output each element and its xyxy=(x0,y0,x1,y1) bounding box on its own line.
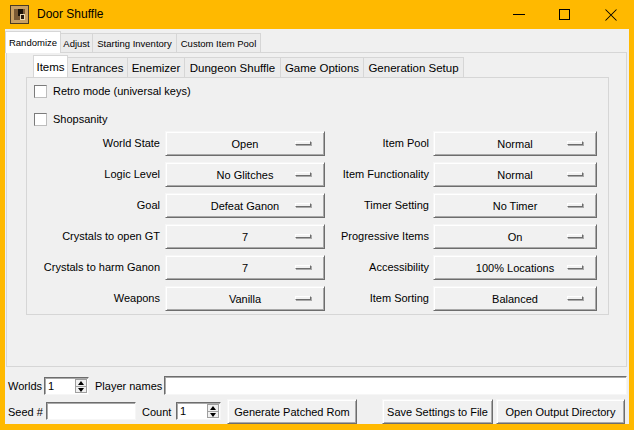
tab-enemizer[interactable]: Enemizer xyxy=(128,57,185,77)
tab-starting-inventory[interactable]: Starting Inventory xyxy=(93,33,177,52)
close-icon xyxy=(604,8,618,22)
arrow-down-icon xyxy=(210,413,216,417)
worlds-spinbox[interactable]: 1 xyxy=(44,377,89,395)
maximize-icon xyxy=(559,9,570,20)
tab-entrances[interactable]: Entrances xyxy=(68,57,128,77)
arrow-up-icon xyxy=(78,381,84,385)
tab-generation-setup[interactable]: Generation Setup xyxy=(364,57,464,77)
item-sorting-label: Item Sorting xyxy=(300,286,429,311)
maximize-button[interactable] xyxy=(542,0,588,29)
dropdown-indicator-icon xyxy=(567,203,583,207)
logic-level-label: Logic Level xyxy=(20,162,160,187)
accessibility-dropdown[interactable]: 100% Locations xyxy=(433,255,597,280)
app-icon xyxy=(10,5,29,24)
item-pool-dropdown[interactable]: Normal xyxy=(433,131,597,156)
dropdown-indicator-icon xyxy=(567,296,583,300)
timer-setting-label: Timer Setting xyxy=(300,193,429,218)
arrow-up-icon xyxy=(210,406,216,410)
retro-mode-label: Retro mode (universal keys) xyxy=(53,85,191,98)
close-button[interactable] xyxy=(588,0,634,29)
weapons-label: Weapons xyxy=(20,286,160,311)
dropdown-indicator-icon xyxy=(567,234,583,238)
seed-label: Seed # xyxy=(8,403,43,421)
tab-custom-item-pool[interactable]: Custom Item Pool xyxy=(177,33,261,52)
arrow-down-icon xyxy=(78,388,84,392)
worlds-spin-down-button[interactable] xyxy=(76,387,86,393)
tab-items[interactable]: Items xyxy=(33,55,68,77)
seed-input[interactable] xyxy=(46,402,136,420)
generate-patched-rom-button[interactable]: Generate Patched Rom xyxy=(227,399,357,424)
count-value: 1 xyxy=(180,404,186,419)
player-names-input[interactable] xyxy=(164,376,627,395)
save-settings-button[interactable]: Save Settings to File xyxy=(382,399,493,424)
window: Door Shuffle Randomize Adjust Starting I… xyxy=(0,0,634,430)
goal-label: Goal xyxy=(20,193,160,218)
world-state-label: World State xyxy=(20,131,160,156)
count-spin-down-button[interactable] xyxy=(208,412,218,418)
crystals-gt-label: Crystals to open GT xyxy=(20,224,160,249)
worlds-label: Worlds xyxy=(8,377,42,395)
count-label: Count xyxy=(142,403,171,421)
tab-dungeon-shuffle[interactable]: Dungeon Shuffle xyxy=(185,57,281,77)
crystals-ganon-label: Crystals to harm Ganon xyxy=(20,255,160,280)
item-functionality-dropdown[interactable]: Normal xyxy=(433,162,597,187)
tab-game-options[interactable]: Game Options xyxy=(281,57,364,77)
progressive-items-label: Progressive Items xyxy=(300,224,429,249)
window-title: Door Shuffle xyxy=(37,0,104,29)
shopsanity-checkbox[interactable] xyxy=(34,113,47,126)
tab-adjust[interactable]: Adjust xyxy=(61,33,93,52)
shopsanity-label: Shopsanity xyxy=(53,113,107,126)
worlds-value: 1 xyxy=(48,379,54,394)
timer-setting-dropdown[interactable]: No Timer xyxy=(433,193,597,218)
progressive-items-dropdown[interactable]: On xyxy=(433,224,597,249)
minimize-icon xyxy=(513,14,525,15)
retro-mode-checkbox[interactable] xyxy=(34,85,47,98)
player-names-label: Player names xyxy=(95,377,162,395)
item-sorting-dropdown[interactable]: Balanced xyxy=(433,286,597,311)
dropdown-indicator-icon xyxy=(567,265,583,269)
open-output-directory-button[interactable]: Open Output Directory xyxy=(496,399,625,424)
accessibility-label: Accessibility xyxy=(300,255,429,280)
item-pool-label: Item Pool xyxy=(300,131,429,156)
count-spinbox[interactable]: 1 xyxy=(176,402,221,420)
dropdown-indicator-icon xyxy=(567,172,583,176)
minimize-button[interactable] xyxy=(496,0,542,29)
tab-randomize[interactable]: Randomize xyxy=(5,31,61,53)
app-icon-badge xyxy=(20,14,25,20)
item-functionality-label: Item Functionality xyxy=(300,162,429,187)
dropdown-indicator-icon xyxy=(567,141,583,145)
